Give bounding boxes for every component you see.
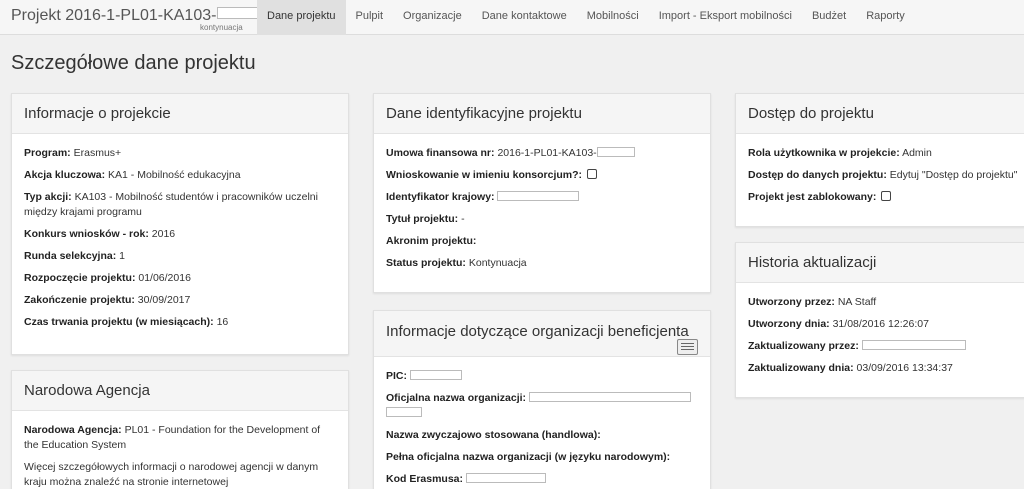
ben-row-erasmus-code: Kod Erasmusa: [386,472,698,487]
history-row-created-by: Utworzony przez: NA Staff [748,296,877,308]
nav-tab-budget[interactable]: Budżet [802,0,856,35]
access-title: Dostęp do projektu [736,94,1024,134]
nav-tab-organisations[interactable]: Organizacje [393,0,472,35]
update-history-panel: Historia aktualizacji Utworzony przez: N… [735,242,1024,398]
beneficiary-panel: Informacje dotyczące organizacji benefic… [373,310,711,489]
ben-row-national-name: Pełna oficjalna nazwa organizacji (w jęz… [386,451,671,463]
national-agency-title: Narodowa Agencja [12,371,348,411]
access-row-role: Rola użytkownika w projekcie: Admin [748,147,932,159]
access-row-locked: Projekt jest zablokowany: [748,190,1022,205]
list-icon[interactable] [677,339,698,355]
ben-row-legal-name: Oficjalna nazwa organizacji: [386,391,698,421]
redacted-legal-name [528,392,691,402]
info-row-key-action: Akcja kluczowa: KA1 - Mobilność edukacyj… [24,169,241,181]
nav-tab-dashboard[interactable]: Pulpit [346,0,394,35]
identification-title: Dane identyfikacyjne projektu [374,94,710,134]
ident-row-contract: Umowa finansowa nr: 2016-1-PL01-KA103- [386,146,698,161]
edit-access-link[interactable]: Edytuj "Dostęp do projektu" [890,169,1018,181]
info-row-call-year: Konkurs wniosków - rok: 2016 [24,228,176,240]
redacted-updated-by [861,340,966,350]
redacted-erasmus-code [465,473,546,483]
project-info-panel: Informacje o projekcie Program: Erasmus+… [11,93,349,355]
redacted-contract-suffix [596,147,635,157]
top-bar: Projekt 2016-1-PL01-KA103- kontynuacja D… [0,0,1024,35]
nav-tab-mobilities[interactable]: Mobilności [577,0,649,35]
redacted-pic [409,370,462,380]
na-info-note: Więcej szczegółowych informacji o narodo… [24,461,319,488]
project-id-text: Projekt 2016-1-PL01-KA103- [11,7,217,24]
ident-row-acronym: Akronim projektu: [386,235,477,247]
ident-row-national-id: Identyfikator krajowy: [386,190,698,205]
info-row-action-type: Typ akcji: KA103 - Mobilność studentów i… [24,191,318,218]
info-row-start-date: Rozpoczęcie projektu: 01/06/2016 [24,272,191,284]
info-row-duration: Czas trwania projektu (w miesiącach): 16 [24,316,229,328]
history-title: Historia aktualizacji [736,243,1024,283]
national-agency-panel: Narodowa Agencja Narodowa Agencja: PL01 … [11,370,349,489]
project-access-panel: Dostęp do projektu Rola użytkownika w pr… [735,93,1024,227]
nav-tab-contacts[interactable]: Dane kontaktowe [472,0,577,35]
nav-tab-import-export[interactable]: Import - Eksport mobilności [649,0,802,35]
history-row-updated-by: Zaktualizowany przez: [748,339,1022,354]
consortium-checkbox[interactable] [586,169,597,179]
na-row-agency: Narodowa Agencja: PL01 - Foundation for … [24,424,321,451]
access-row-data-access: Dostęp do danych projektu: Edytuj "Dostę… [748,169,1018,181]
ident-row-consortium: Wnioskowanie w imieniu konsorcjum?: [386,168,698,183]
info-row-end-date: Zakończenie projektu: 30/09/2017 [24,294,191,306]
info-row-round: Runda selekcyjna: 1 [24,250,125,262]
redacted-national-id [497,191,580,201]
locked-checkbox[interactable] [881,191,892,201]
main-nav: Dane projektu Pulpit Organizacje Dane ko… [257,0,915,35]
page-title: Szczegółowe dane projektu [11,52,256,74]
beneficiary-title-text: Informacje dotyczące organizacji benefic… [386,323,689,340]
nav-tab-project-data[interactable]: Dane projektu [257,0,346,35]
project-info-title: Informacje o projekcie [12,94,348,134]
info-row-program: Program: Erasmus+ [24,147,122,159]
project-identification-panel: Dane identyfikacyjne projektu Umowa fina… [373,93,711,293]
history-row-updated-on: Zaktualizowany dnia: 03/09/2016 13:34:37 [748,362,953,374]
ident-row-status: Status projektu: Kontynuacja [386,257,527,269]
project-status-subtitle: kontynuacja [200,23,243,32]
beneficiary-title: Informacje dotyczące organizacji benefic… [374,311,710,357]
history-row-created-on: Utworzony dnia: 31/08/2016 12:26:07 [748,318,929,330]
ident-row-title: Tytuł projektu: - [386,213,465,225]
ben-row-business-name: Nazwa zwyczajowo stosowana (handlowa): [386,429,601,441]
ben-row-pic: PIC: [386,369,698,384]
redacted-legal-name-continued [386,407,422,417]
nav-tab-reports[interactable]: Raporty [856,0,915,35]
